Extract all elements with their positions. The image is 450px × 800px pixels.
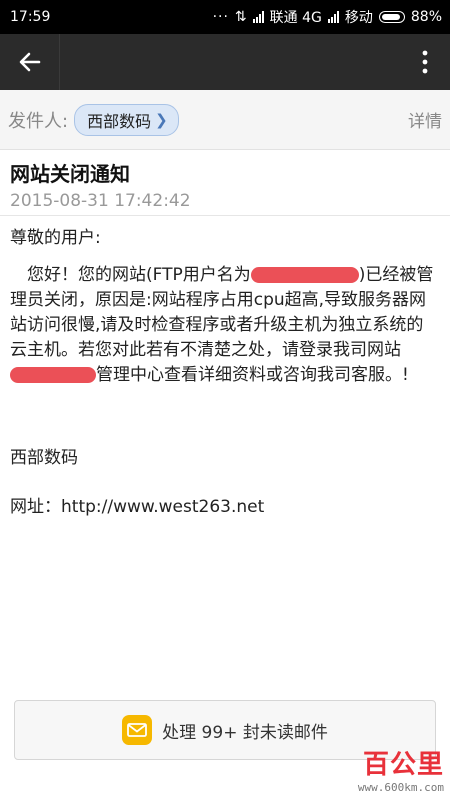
carrier-2: 移动 [344,10,373,26]
sender-row: 发件人: 西部数码 ❯ 详情 [0,90,450,150]
battery-icon [378,11,405,23]
watermark: 百公里 www.600km.com [358,744,444,794]
subject-block: 网站关闭通知 2015-08-31 17:42:42 [0,150,450,216]
more-options-button[interactable] [400,34,450,90]
sender-name: 西部数码 [87,111,152,131]
sender-label: 发件人: [8,110,69,132]
signal-icon [327,11,339,23]
battery-level: 88% [410,9,442,25]
back-button[interactable] [0,34,60,90]
top-toolbar [0,34,450,90]
signal-icon [252,11,264,23]
chevron-right-icon: ❯ [155,110,168,129]
main-paragraph: 您好！您的网站(FTP用户名为)已经被管理员关闭，原因是:网站程序占用cpu超高… [10,263,440,388]
paragraph-part-a: 您好！您的网站(FTP用户名为 [10,265,251,285]
details-link[interactable]: 详情 [408,107,442,132]
sender-chip[interactable]: 西部数码 ❯ [74,103,179,136]
carrier-1: 联通 4G [269,10,322,26]
mail-subject: 网站关闭通知 [10,162,130,186]
website-line: 网址：http://www.west263.net [10,497,265,517]
status-time: 17:59 [10,9,51,25]
mail-icon [122,715,153,745]
redaction-mark [10,367,96,383]
watermark-site: www.600km.com [357,781,444,794]
mail-date: 2015-08-31 17:42:42 [10,191,191,211]
signature: 西部数码 [10,448,78,468]
watermark-brand: 百公里 [362,750,444,780]
data-transfer-icon: ⇅ [234,9,247,25]
redaction-mark [250,267,359,283]
status-bar: 17:59 ··· ⇅ 联通 4G 移动 88% [0,0,450,34]
unread-mail-label: 处理 99+ 封未读邮件 [162,722,328,743]
mail-body: 尊敬的用户: 您好！您的网站(FTP用户名为)已经被管理员关闭，原因是:网站程序… [0,218,450,528]
back-arrow-icon [19,52,40,72]
status-indicators: ··· ⇅ 联通 4G 移动 88% [213,7,442,27]
more-vertical-icon [422,50,428,74]
notification-dots-icon: ··· [212,9,229,25]
paragraph-part-c: 管理中心查看详细资料或咨询我司客服。! [96,365,409,385]
greeting: 尊敬的用户: [10,228,101,248]
